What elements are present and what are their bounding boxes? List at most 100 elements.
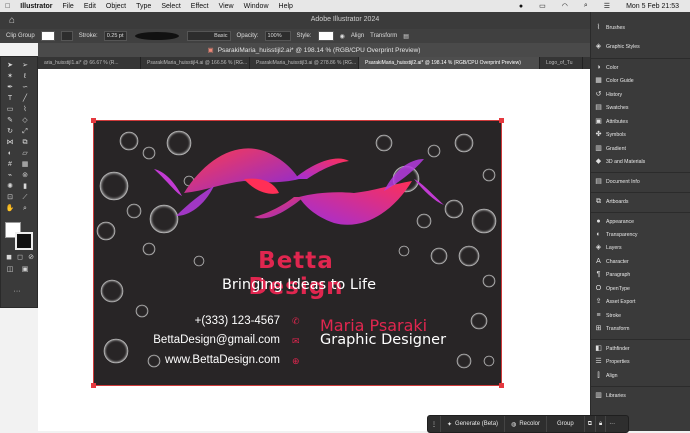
apple-menu-icon[interactable]:  bbox=[5, 3, 10, 10]
panel-align[interactable]: ⫿ Align bbox=[595, 372, 617, 379]
crop-icon[interactable]: ⧉ bbox=[585, 416, 596, 432]
rotate-tool-icon[interactable]: ↻ bbox=[5, 127, 15, 136]
panel-appearance[interactable]: ● Appearance bbox=[595, 218, 634, 225]
stroke-color-swatch[interactable] bbox=[15, 232, 33, 250]
width-tool-icon[interactable]: ⋈ bbox=[5, 138, 15, 147]
graph-tool-icon[interactable]: ▮ bbox=[20, 182, 30, 191]
tab-huisstijl4[interactable]: PsarakiMaria_huisstijl4.ai @ 166.56 % (R… bbox=[141, 57, 250, 69]
panel-properties[interactable]: ☰ Properties bbox=[595, 358, 629, 365]
default-colors-icon[interactable]: ◼ bbox=[4, 253, 14, 262]
scale-tool-icon[interactable]: ⤢ bbox=[20, 127, 30, 136]
panel-gradient[interactable]: ▥ Gradient bbox=[595, 145, 626, 152]
tab-huisstijl1[interactable]: aria_huisstijl1.ai* @ 66.67 % (R... bbox=[38, 57, 141, 69]
panel-document-info[interactable]: ▤ Document Info bbox=[595, 178, 640, 185]
type-tool-icon[interactable]: T bbox=[5, 94, 15, 103]
rectangle-tool-icon[interactable]: ▭ bbox=[5, 105, 15, 114]
swap-colors-icon[interactable]: ◻ bbox=[15, 253, 25, 262]
edit-toolbar-icon[interactable]: ··· bbox=[12, 287, 22, 296]
panel-paragraph[interactable]: ¶ Paragraph bbox=[595, 271, 631, 278]
taskbar-grip-icon[interactable]: ⋮ bbox=[428, 416, 441, 432]
panel-libraries[interactable]: ▥ Libraries bbox=[595, 392, 626, 399]
panel-swatches[interactable]: ▤ Swatches bbox=[595, 104, 628, 111]
control-center-icon[interactable]: ☰ bbox=[604, 2, 610, 10]
panel-stroke[interactable]: ≡ Stroke bbox=[595, 312, 621, 319]
menu-help[interactable]: Help bbox=[279, 3, 293, 10]
panel-attributes[interactable]: ▣ Attributes bbox=[595, 118, 628, 125]
free-transform-tool-icon[interactable]: ⧉ bbox=[20, 138, 30, 147]
lock-icon[interactable]: 🔒︎ bbox=[596, 416, 607, 432]
search-icon[interactable]: ⌕ bbox=[584, 2, 588, 10]
fill-swatch[interactable] bbox=[40, 31, 55, 41]
wifi-icon[interactable]: ◠ bbox=[562, 2, 568, 10]
eyedropper-tool-icon[interactable]: ⌁ bbox=[5, 171, 15, 180]
panel-color[interactable]: ◑ Color bbox=[595, 64, 618, 71]
tab-huisstijl2[interactable]: PsarakiMaria_huisstijl2.ai* @ 198.14 % (… bbox=[359, 57, 540, 69]
menu-window[interactable]: Window bbox=[244, 3, 269, 10]
selection-handle-bl[interactable] bbox=[91, 383, 96, 388]
recolor-icon[interactable]: ◉ bbox=[340, 33, 345, 40]
opacity-field[interactable]: 100% bbox=[264, 31, 291, 41]
gradient-tool-icon[interactable]: ▦ bbox=[20, 160, 30, 169]
mesh-tool-icon[interactable]: # bbox=[5, 160, 15, 169]
battery-icon[interactable]: ▭ bbox=[539, 2, 546, 10]
recolor-button[interactable]: ◍ Recolor bbox=[505, 416, 547, 432]
creative-cloud-icon[interactable]: ● bbox=[519, 3, 523, 10]
selection-handle-tr[interactable] bbox=[499, 118, 504, 123]
menu-effect[interactable]: Effect bbox=[191, 3, 209, 10]
shape-builder-tool-icon[interactable]: ◐ bbox=[5, 149, 15, 158]
panel-symbols[interactable]: ✤ Symbols bbox=[595, 131, 626, 138]
selection-handle-tl[interactable] bbox=[91, 118, 96, 123]
stroke-weight-field[interactable]: 0.25 pt bbox=[103, 31, 127, 41]
none-color-icon[interactable]: ⊘ bbox=[26, 253, 36, 262]
panel-transform[interactable]: ⊞ Transform bbox=[595, 325, 630, 332]
business-card-artboard[interactable]: Betta Design Bringing Ideas to Life +(33… bbox=[91, 118, 504, 388]
menu-app-name[interactable]: Illustrator bbox=[20, 3, 52, 10]
pencil-tool-icon[interactable]: ✎ bbox=[5, 116, 15, 125]
align-button[interactable]: Align bbox=[351, 33, 364, 39]
menu-edit[interactable]: Edit bbox=[84, 3, 96, 10]
line-tool-icon[interactable]: ╱ bbox=[20, 94, 30, 103]
artboard-tool-icon[interactable]: ⊡ bbox=[5, 193, 15, 202]
style-swatch[interactable] bbox=[317, 31, 334, 41]
panel-asset-export[interactable]: ⇪ Asset Export bbox=[595, 298, 636, 305]
more-options-icon[interactable]: ··· bbox=[606, 416, 618, 432]
generate-button[interactable]: ✦ Generate (Beta) bbox=[441, 416, 506, 432]
transform-button[interactable]: Transform bbox=[370, 33, 397, 39]
panel-transparency[interactable]: ◐ Transparency bbox=[595, 231, 637, 238]
panel-color-guide[interactable]: ▦ Color Guide bbox=[595, 77, 634, 84]
arrange-icon[interactable]: ▤ bbox=[403, 33, 409, 40]
lasso-tool-icon[interactable]: ℓ bbox=[20, 72, 30, 81]
panel-3d-materials[interactable]: ◆ 3D and Materials bbox=[595, 158, 645, 165]
stroke-swatch[interactable] bbox=[60, 31, 73, 41]
clock[interactable]: Mon 5 Feb 21:53 bbox=[626, 3, 679, 10]
menu-select[interactable]: Select bbox=[161, 3, 180, 10]
curvature-tool-icon[interactable]: ∽ bbox=[20, 83, 30, 92]
slice-tool-icon[interactable]: ⟋ bbox=[20, 193, 30, 202]
panel-history[interactable]: ↺ History bbox=[595, 91, 623, 98]
eraser-tool-icon[interactable]: ◇ bbox=[20, 116, 30, 125]
magic-wand-tool-icon[interactable]: ✶ bbox=[5, 72, 15, 81]
panel-opentype[interactable]: O OpenType bbox=[595, 285, 630, 292]
panel-brushes[interactable]: ⌇ Brushes bbox=[595, 24, 625, 31]
perspective-tool-icon[interactable]: ▱ bbox=[20, 149, 30, 158]
selection-handle-br[interactable] bbox=[499, 383, 504, 388]
panel-layers[interactable]: ◈ Layers bbox=[595, 244, 622, 251]
tab-logo[interactable]: Logo_of_Tu bbox=[540, 57, 583, 69]
screen-mode-icon[interactable]: ▣ bbox=[20, 265, 30, 274]
paintbrush-tool-icon[interactable]: ⌇ bbox=[20, 105, 30, 114]
menu-view[interactable]: View bbox=[219, 3, 234, 10]
panel-pathfinder[interactable]: ◧ Pathfinder bbox=[595, 345, 629, 352]
menu-type[interactable]: Type bbox=[136, 3, 151, 10]
zoom-tool-icon[interactable]: ⌕ bbox=[20, 204, 30, 213]
symbol-sprayer-tool-icon[interactable]: ✺ bbox=[5, 182, 15, 191]
group-button[interactable]: Group bbox=[547, 416, 585, 432]
panel-character[interactable]: A Character bbox=[595, 258, 629, 265]
blend-tool-icon[interactable]: ⊚ bbox=[20, 171, 30, 180]
menu-file[interactable]: File bbox=[63, 3, 74, 10]
pen-tool-icon[interactable]: ✒ bbox=[5, 83, 15, 92]
tab-huisstijl3[interactable]: PsarakiMaria_huisstijl3.ai @ 278.86 % (R… bbox=[250, 57, 359, 69]
panel-artboards[interactable]: ⧉ Artboards bbox=[595, 198, 629, 205]
brush-definition[interactable]: Basic bbox=[186, 31, 231, 41]
direct-selection-tool-icon[interactable]: ➢ bbox=[20, 61, 30, 70]
variable-width-profile[interactable] bbox=[133, 31, 181, 41]
